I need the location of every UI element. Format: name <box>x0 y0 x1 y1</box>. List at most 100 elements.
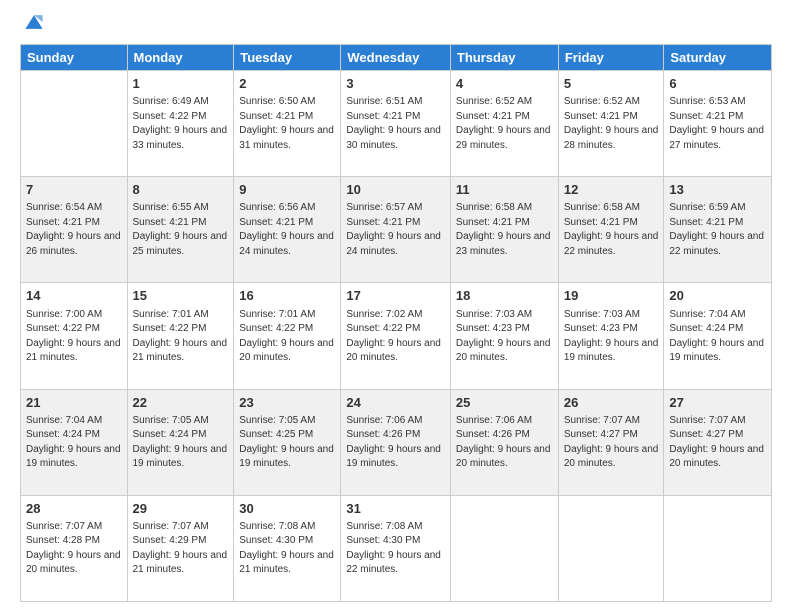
daylight-hours: Daylight: 9 hours and 23 minutes. <box>456 231 551 257</box>
sunset-time: Sunset: 4:21 PM <box>346 217 420 228</box>
day-number: 30 <box>239 500 335 518</box>
day-number: 16 <box>239 287 335 305</box>
day-number: 24 <box>346 394 445 412</box>
sunrise-time: Sunrise: 6:58 AM <box>456 202 532 213</box>
sunset-time: Sunset: 4:21 PM <box>346 111 420 122</box>
sunset-time: Sunset: 4:23 PM <box>564 323 638 334</box>
day-number: 18 <box>456 287 553 305</box>
daylight-hours: Daylight: 9 hours and 29 minutes. <box>456 125 551 151</box>
daylight-hours: Daylight: 9 hours and 19 minutes. <box>669 338 764 364</box>
weekday-header-saturday: Saturday <box>664 45 772 71</box>
sunrise-time: Sunrise: 6:50 AM <box>239 96 315 107</box>
calendar-table: SundayMondayTuesdayWednesdayThursdayFrid… <box>20 44 772 602</box>
sunset-time: Sunset: 4:30 PM <box>346 535 420 546</box>
calendar-cell: 1Sunrise: 6:49 AMSunset: 4:22 PMDaylight… <box>127 71 234 177</box>
day-number: 5 <box>564 75 659 93</box>
day-info: Sunrise: 6:58 AMSunset: 4:21 PMDaylight:… <box>564 201 659 259</box>
sunrise-time: Sunrise: 6:55 AM <box>133 202 209 213</box>
sunset-time: Sunset: 4:25 PM <box>239 429 313 440</box>
sunset-time: Sunset: 4:26 PM <box>456 429 530 440</box>
day-info: Sunrise: 7:05 AM Sunset: 4:25 PM Daylight:… <box>239 414 335 472</box>
daylight-hours: Daylight: 9 hours and 20 minutes. <box>26 550 121 576</box>
daylight-hours: Daylight: 9 hours and 19 minutes. <box>26 444 121 470</box>
day-number: 22 <box>133 394 229 412</box>
sunrise-time: Sunrise: 7:05 AM <box>239 415 315 426</box>
daylight-hours: Daylight: 9 hours and 22 minutes. <box>669 231 764 257</box>
calendar-cell: 26 Sunrise: 7:07 AMSunset: 4:27 PMDayligh… <box>558 389 664 495</box>
calendar-cell <box>21 71 128 177</box>
day-number: 27 <box>669 394 766 412</box>
calendar-cell: 5Sunrise: 6:52 AMSunset: 4:21 PMDaylight… <box>558 71 664 177</box>
sunrise-time: Sunrise: 7:04 AM <box>669 309 745 320</box>
header <box>20 16 772 36</box>
day-info: Sunrise: 7:07 AMSunset: 4:27 PMDaylight:… <box>564 414 659 472</box>
weekday-header-tuesday: Tuesday <box>234 45 341 71</box>
day-info: Sunrise: 7:03 AMSunset: 4:23 PMDaylight:… <box>456 308 553 366</box>
daylight-hours: Daylight: 9 hours and 20 minutes. <box>239 338 334 364</box>
sunset-time: Sunset: 4:21 PM <box>456 111 530 122</box>
calendar-cell: 6Sunrise: 6:53 AMSunset: 4:21 PMDaylight… <box>664 71 772 177</box>
calendar-cell: 30Sunrise: 7:08 AMSunset: 4:30 PMDayligh… <box>234 495 341 601</box>
day-number: 2 <box>239 75 335 93</box>
calendar-cell: 22 Sunrise: 7:05 AMSunset: 4:24 PMDayligh… <box>127 389 234 495</box>
calendar-cell: 11Sunrise: 6:58 AMSunset: 4:21 PMDayligh… <box>450 177 558 283</box>
day-info: Sunrise: 6:58 AM Sunset: 4:21 PM Daylight:… <box>456 201 553 259</box>
day-info: Sunrise: 7:06 AMSunset: 4:26 PMDaylight:… <box>346 414 445 472</box>
sunset-time: Sunset: 4:22 PM <box>239 323 313 334</box>
sunset-time: Sunset: 4:21 PM <box>456 217 530 228</box>
day-info: Sunrise: 7:05 AMSunset: 4:24 PMDaylight:… <box>133 414 229 472</box>
page: SundayMondayTuesdayWednesdayThursdayFrid… <box>0 0 792 612</box>
calendar-cell: 3Sunrise: 6:51 AMSunset: 4:21 PMDaylight… <box>341 71 451 177</box>
daylight-hours: Daylight: 9 hours and 22 minutes. <box>346 550 441 576</box>
sunrise-time: Sunrise: 7:04 AM <box>26 415 102 426</box>
day-info: Sunrise: 6:49 AMSunset: 4:22 PMDaylight:… <box>133 95 229 153</box>
sunset-time: Sunset: 4:21 PM <box>669 217 743 228</box>
sunrise-time: Sunrise: 6:59 AM <box>669 202 745 213</box>
weekday-header-row: SundayMondayTuesdayWednesdayThursdayFrid… <box>21 45 772 71</box>
calendar-cell: 21Sunrise: 7:04 AMSunset: 4:24 PMDayligh… <box>21 389 128 495</box>
day-info: Sunrise: 6:56 AMSunset: 4:21 PMDaylight:… <box>239 201 335 259</box>
weekday-header-sunday: Sunday <box>21 45 128 71</box>
calendar-cell: 7Sunrise: 6:54 AMSunset: 4:21 PMDaylight… <box>21 177 128 283</box>
day-number: 26 <box>564 394 659 412</box>
daylight-hours: Daylight: 9 hours and 19 minutes. <box>133 444 228 470</box>
sunrise-time: Sunrise: 6:52 AM <box>564 96 640 107</box>
sunset-time: Sunset: 4:22 PM <box>26 323 100 334</box>
day-info: Sunrise: 6:51 AMSunset: 4:21 PMDaylight:… <box>346 95 445 153</box>
sunset-time: Sunset: 4:21 PM <box>26 217 100 228</box>
daylight-hours: Daylight: 9 hours and 24 minutes. <box>239 231 334 257</box>
day-info: Sunrise: 7:07 AMSunset: 4:28 PMDaylight:… <box>26 520 122 578</box>
day-number: 13 <box>669 181 766 199</box>
day-info: Sunrise: 6:52 AMSunset: 4:21 PMDaylight:… <box>456 95 553 153</box>
daylight-hours: Daylight: 9 hours and 26 minutes. <box>26 231 121 257</box>
calendar-cell: 2Sunrise: 6:50 AMSunset: 4:21 PMDaylight… <box>234 71 341 177</box>
sunrise-time: Sunrise: 7:05 AM <box>133 415 209 426</box>
day-number: 17 <box>346 287 445 305</box>
calendar-cell: 8Sunrise: 6:55 AMSunset: 4:21 PMDaylight… <box>127 177 234 283</box>
day-number: 9 <box>239 181 335 199</box>
calendar-cell: 29Sunrise: 7:07 AMSunset: 4:29 PMDayligh… <box>127 495 234 601</box>
day-number: 4 <box>456 75 553 93</box>
day-number: 19 <box>564 287 659 305</box>
sunrise-time: Sunrise: 7:08 AM <box>346 521 422 532</box>
sunrise-time: Sunrise: 7:03 AM <box>456 309 532 320</box>
day-info: Sunrise: 7:02 AMSunset: 4:22 PMDaylight:… <box>346 308 445 366</box>
day-info: Sunrise: 6:55 AMSunset: 4:21 PMDaylight:… <box>133 201 229 259</box>
daylight-hours: Daylight: 9 hours and 31 minutes. <box>239 125 334 151</box>
calendar-cell: 31Sunrise: 7:08 AMSunset: 4:30 PMDayligh… <box>341 495 451 601</box>
sunset-time: Sunset: 4:28 PM <box>26 535 100 546</box>
calendar-cell: 25Sunrise: 7:06 AMSunset: 4:26 PMDayligh… <box>450 389 558 495</box>
calendar-cell: 27Sunrise: 7:07 AMSunset: 4:27 PMDayligh… <box>664 389 772 495</box>
day-info: Sunrise: 7:01 AMSunset: 4:22 PMDaylight:… <box>239 308 335 366</box>
day-info: Sunrise: 7:07 AMSunset: 4:29 PMDaylight:… <box>133 520 229 578</box>
daylight-hours: Daylight: 9 hours and 19 minutes. <box>239 444 334 470</box>
daylight-hours: Daylight: 9 hours and 20 minutes. <box>456 444 551 470</box>
day-info: Sunrise: 6:59 AM Sunset: 4:21 PM Daylight:… <box>669 201 766 259</box>
sunrise-time: Sunrise: 6:51 AM <box>346 96 422 107</box>
sunset-time: Sunset: 4:23 PM <box>456 323 530 334</box>
sunrise-time: Sunrise: 7:07 AM <box>669 415 745 426</box>
daylight-hours: Daylight: 9 hours and 21 minutes. <box>133 550 228 576</box>
sunset-time: Sunset: 4:21 PM <box>564 217 638 228</box>
sunset-time: Sunset: 4:29 PM <box>133 535 207 546</box>
daylight-hours: Daylight: 9 hours and 27 minutes. <box>669 125 764 151</box>
